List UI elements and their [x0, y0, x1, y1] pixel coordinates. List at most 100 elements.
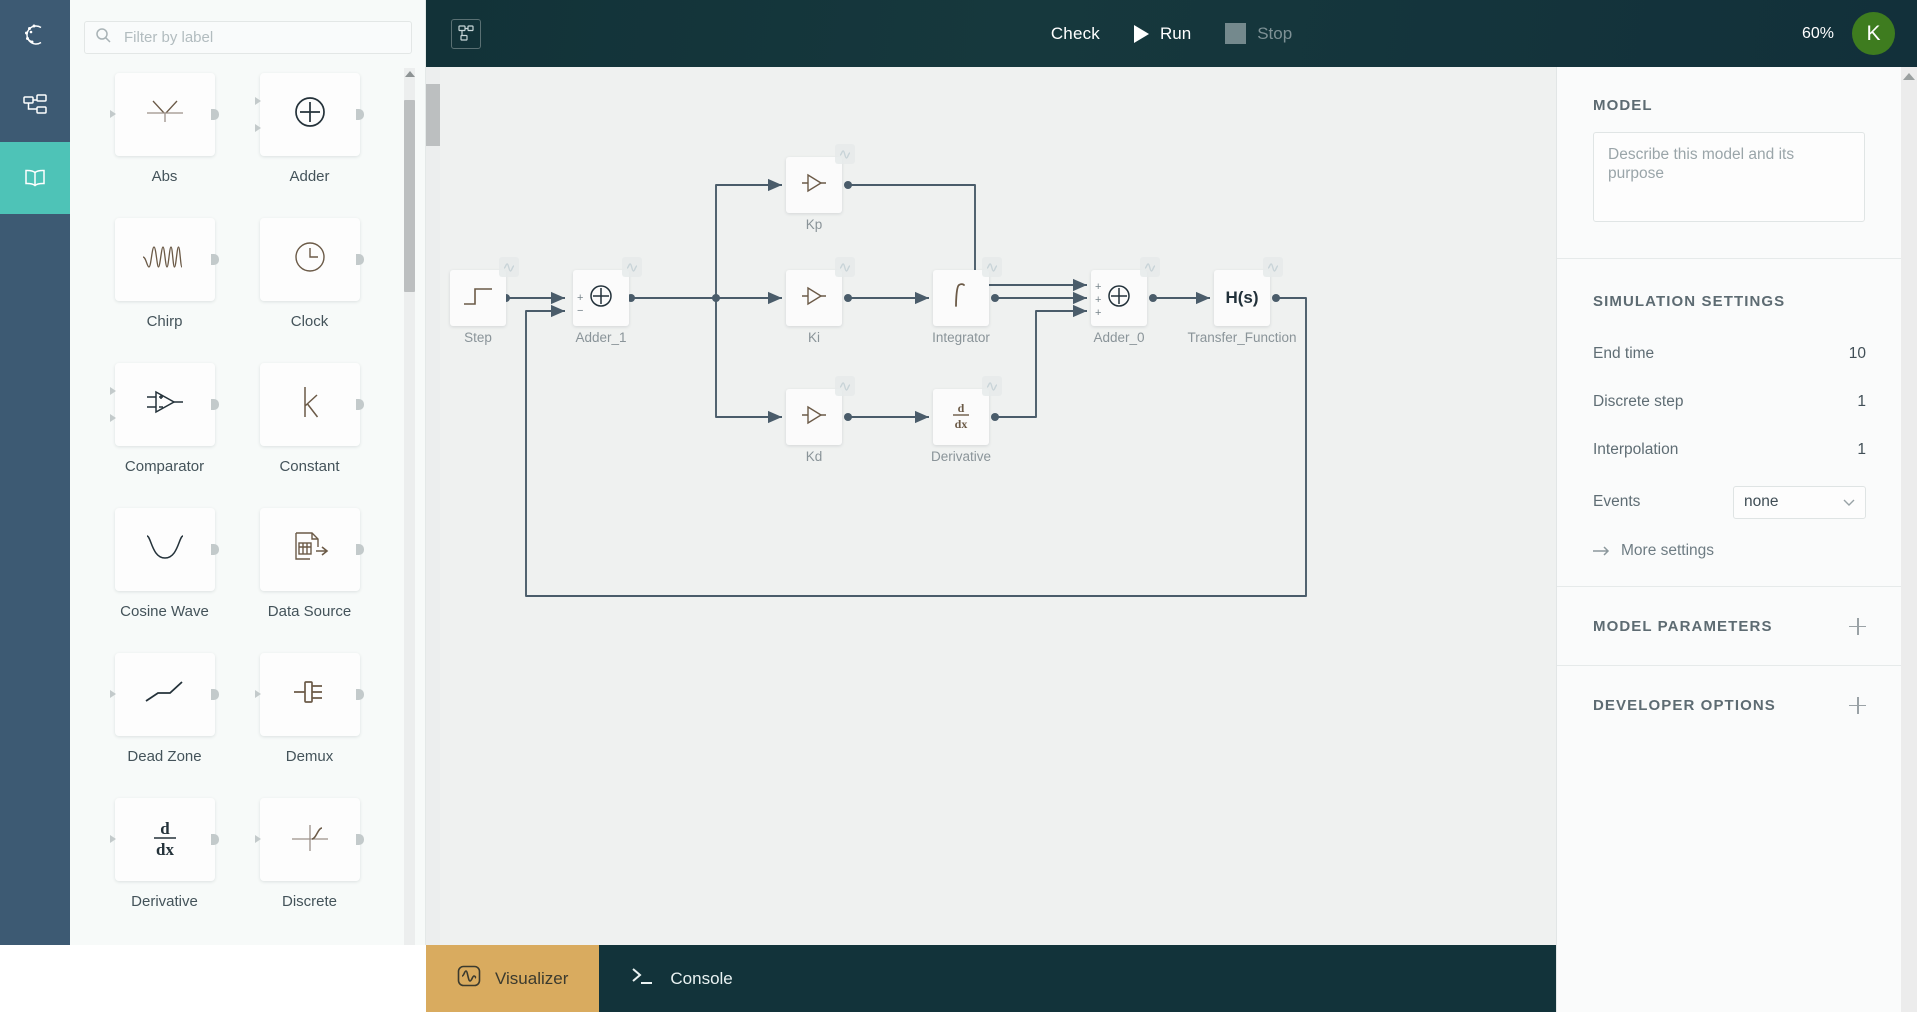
- setting-label: Discrete step: [1593, 393, 1683, 411]
- block-card[interactable]: [260, 508, 360, 591]
- scope-badge-icon[interactable]: [982, 376, 1002, 396]
- canvas-scrollbar-thumb[interactable]: [426, 84, 440, 146]
- input-port-icon: [110, 835, 116, 843]
- play-icon: [1134, 25, 1149, 43]
- model-section: MODEL: [1557, 67, 1902, 227]
- block-label: Demux: [286, 748, 334, 766]
- scope-icon: [457, 965, 481, 992]
- library-block-derivative[interactable]: d dx Derivative: [92, 798, 237, 911]
- library-block-discrete[interactable]: Discrete: [237, 798, 382, 911]
- block-label: Chirp: [147, 313, 183, 331]
- output-port-icon: [211, 109, 219, 120]
- block-card[interactable]: [115, 653, 215, 736]
- block-card[interactable]: d dx: [115, 798, 215, 881]
- setting-row-interpolation: Interpolation 1: [1593, 426, 1866, 474]
- setting-value[interactable]: 1: [1857, 393, 1866, 411]
- terminal-icon: [630, 965, 656, 992]
- stop-button[interactable]: Stop: [1225, 23, 1292, 44]
- port-sign-plus: +: [1095, 282, 1101, 293]
- library-block-demux[interactable]: Demux: [237, 653, 382, 766]
- block-card[interactable]: [260, 363, 360, 446]
- sidebar-item-models[interactable]: [0, 70, 70, 142]
- canvas-block-derivative[interactable]: d dx Derivative: [933, 389, 989, 445]
- library-block-adder[interactable]: Adder: [237, 73, 382, 186]
- scope-badge-icon[interactable]: [835, 144, 855, 164]
- block-card[interactable]: [260, 798, 360, 881]
- block-card[interactable]: [260, 218, 360, 301]
- setting-value[interactable]: 10: [1849, 345, 1866, 363]
- scope-badge-icon[interactable]: [1263, 257, 1283, 277]
- plus-circle-icon: [588, 283, 614, 314]
- run-button[interactable]: Run: [1134, 24, 1191, 44]
- data-source-icon: [290, 529, 330, 570]
- output-port-icon: [211, 254, 219, 265]
- svg-text:d: d: [958, 401, 965, 415]
- canvas-block-kp[interactable]: Kp: [786, 157, 842, 213]
- canvas-block-kd[interactable]: Kd: [786, 389, 842, 445]
- search-input[interactable]: [122, 28, 401, 47]
- palette-scrollbar-thumb[interactable]: [404, 100, 415, 292]
- scope-badge-icon[interactable]: [835, 257, 855, 277]
- canvas-block-transfer-function[interactable]: H(s) Transfer_Function: [1214, 270, 1270, 326]
- port-sign-plus: +: [1095, 295, 1101, 306]
- block-card[interactable]: [260, 653, 360, 736]
- diagram-canvas[interactable]: Step + − Adder_1: [426, 67, 1556, 945]
- add-developer-option-icon[interactable]: [1849, 697, 1866, 714]
- events-select[interactable]: none: [1733, 486, 1866, 519]
- collimator-logo-icon[interactable]: [0, 0, 70, 70]
- library-block-clock[interactable]: Clock: [237, 218, 382, 331]
- scope-badge-icon[interactable]: [499, 257, 519, 277]
- library-block-comparator[interactable]: Comparator: [92, 363, 237, 476]
- diagram-tree-icon[interactable]: [451, 19, 481, 49]
- library-block-chirp[interactable]: Chirp: [92, 218, 237, 331]
- canvas-block-adder-0[interactable]: + + + Adder_0: [1091, 270, 1147, 326]
- search-box[interactable]: [84, 21, 412, 54]
- block-label: Integrator: [932, 330, 990, 345]
- block-card[interactable]: [115, 363, 215, 446]
- more-settings-link[interactable]: More settings: [1593, 542, 1866, 560]
- block-label: Ki: [808, 330, 820, 345]
- block-label: Discrete: [282, 893, 337, 911]
- canvas-block-adder-1[interactable]: + − Adder_1: [573, 270, 629, 326]
- properties-scroll-up-icon[interactable]: [1901, 69, 1917, 83]
- tab-console[interactable]: Console: [599, 945, 763, 1012]
- setting-row-end-time: End time 10: [1593, 330, 1866, 378]
- scope-badge-icon[interactable]: [835, 376, 855, 396]
- properties-scrollbar-track[interactable]: [1901, 67, 1917, 1012]
- library-block-abs[interactable]: Abs: [92, 73, 237, 186]
- d-dx-icon: d dx: [949, 398, 973, 437]
- block-label: Adder_0: [1093, 330, 1144, 345]
- block-card[interactable]: [115, 508, 215, 591]
- zoom-level[interactable]: 60%: [1802, 25, 1834, 43]
- canvas-block-integrator[interactable]: Integrator: [933, 270, 989, 326]
- library-block-constant[interactable]: Constant: [237, 363, 382, 476]
- canvas-block-ki[interactable]: Ki: [786, 270, 842, 326]
- scope-badge-icon[interactable]: [622, 257, 642, 277]
- developer-options-section: DEVELOPER OPTIONS: [1557, 666, 1902, 744]
- block-card[interactable]: [260, 73, 360, 156]
- library-block-dead-zone[interactable]: Dead Zone: [92, 653, 237, 766]
- block-card[interactable]: [115, 218, 215, 301]
- properties-scroll: MODEL SIMULATION SETTINGS End time 10 Di…: [1557, 67, 1902, 1012]
- library-block-cosine-wave[interactable]: Cosine Wave: [92, 508, 237, 621]
- model-description-input[interactable]: [1593, 132, 1865, 222]
- scope-badge-icon[interactable]: [982, 257, 1002, 277]
- setting-value[interactable]: 1: [1857, 441, 1866, 459]
- avatar[interactable]: K: [1852, 12, 1895, 55]
- sidebar-item-library[interactable]: [0, 142, 70, 214]
- check-button[interactable]: Check: [1051, 24, 1100, 44]
- library-block-data-source[interactable]: Data Source: [237, 508, 382, 621]
- canvas-block-step[interactable]: Step: [450, 270, 506, 326]
- block-card[interactable]: [115, 73, 215, 156]
- developer-options-header[interactable]: DEVELOPER OPTIONS: [1593, 666, 1866, 744]
- palette-scroll-up-icon[interactable]: [404, 68, 415, 80]
- output-port-icon: [356, 109, 364, 120]
- scope-badge-icon[interactable]: [1140, 257, 1160, 277]
- plus-circle-icon: [1106, 283, 1132, 314]
- tab-visualizer[interactable]: Visualizer: [426, 945, 599, 1012]
- block-label: Constant: [279, 458, 339, 476]
- output-port-icon: [211, 544, 219, 555]
- model-parameters-header[interactable]: MODEL PARAMETERS: [1593, 587, 1866, 665]
- add-model-parameter-icon[interactable]: [1849, 618, 1866, 635]
- canvas-scrollbar-track[interactable]: [426, 67, 440, 945]
